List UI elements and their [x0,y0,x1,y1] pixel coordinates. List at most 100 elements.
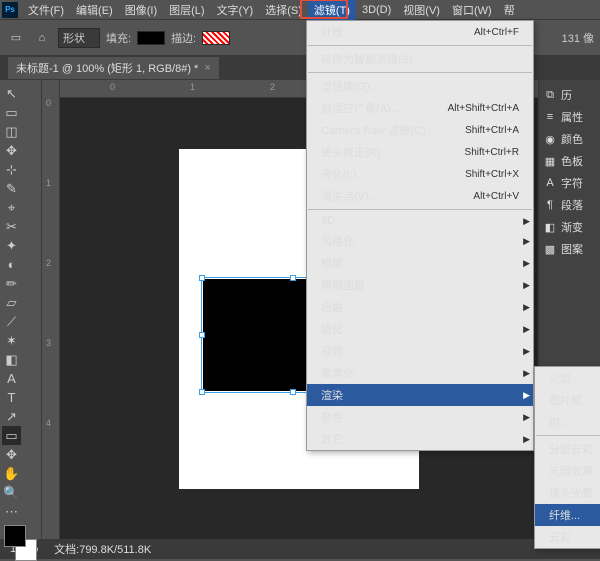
close-icon[interactable]: × [204,62,210,74]
tool-item[interactable]: ⟋ [2,312,21,331]
fg-color[interactable] [4,525,26,547]
menu-item-label: 消失点(V)... [321,188,378,204]
menu-item-3D[interactable]: 3D▶ [307,212,533,230]
menu-item-label: 杂色 [321,409,343,425]
transform-handle[interactable] [290,275,296,281]
panel-collapsed-item[interactable]: ◉颜色 [541,128,598,150]
menu-item-模糊画廊[interactable]: 模糊画廊▶ [307,274,533,296]
tool-preset-icon[interactable]: ▭ [6,28,26,48]
submenu-arrow-icon: ▶ [523,280,530,291]
menu-select[interactable]: 选择(S) [259,0,308,20]
menu-item-像素化[interactable]: 像素化▶ [307,362,533,384]
stroke-swatch[interactable] [202,31,230,45]
menu-item-锐化[interactable]: 锐化▶ [307,318,533,340]
submenu-arrow-icon: ▶ [523,346,530,357]
ruler-mark: 1 [46,178,51,188]
tool-item[interactable]: ◫ [2,122,21,141]
menu-item-其它[interactable]: 其它▶ [307,428,533,450]
tool-item[interactable]: ✎ [2,179,21,198]
menu-item-纤维[interactable]: 纤维Alt+Ctrl+F [307,21,533,43]
submenu-arrow-icon: ▶ [523,412,530,423]
menu-item-模糊[interactable]: 模糊▶ [307,252,533,274]
menu-view[interactable]: 视图(V) [397,0,446,20]
tool-item[interactable]: ✋ [2,464,21,483]
menu-shortcut: Alt+Shift+Ctrl+A [448,103,519,114]
menu-filter[interactable]: 滤镜(T) [308,0,356,20]
tool-item[interactable]: ✂ [2,217,21,236]
tool-item[interactable]: ↖ [2,84,21,103]
submenu-item[interactable]: 分层云彩 [535,438,600,460]
tool-item[interactable]: ◧ [2,350,21,369]
tool-item[interactable]: A [2,369,21,388]
panel-collapsed-item[interactable]: ▦色板 [541,150,598,172]
panel-collapsed-item[interactable]: A字符 [541,172,598,194]
menu-item-滤镜库G[interactable]: 滤镜库(G)... [307,75,533,97]
menu-item-杂色[interactable]: 杂色 ▶ [307,406,533,428]
doc-info: 文档:799.8K/511.8K [54,541,151,557]
menu-image[interactable]: 图像(I) [119,0,163,20]
shape-mode-select[interactable]: 形状 [58,28,100,48]
submenu-item[interactable]: 纤维... [535,504,600,526]
submenu-item[interactable]: 火焰... [535,367,600,389]
panel-collapsed-item[interactable]: ◧渐变 [541,216,598,238]
tool-item[interactable]: ⌖ [2,198,21,217]
submenu-item-label: 纤维... [549,507,580,523]
transform-handle[interactable] [199,389,205,395]
tool-item[interactable]: ▭ [2,103,21,122]
menu-help[interactable]: 帮 [498,0,521,20]
tool-item[interactable]: ▭ [2,426,21,445]
menu-item-label: 风格化 [321,233,354,249]
menu-item-转换为智能滤镜S[interactable]: 转换为智能滤镜(S) [307,48,533,70]
home-icon[interactable]: ⌂ [32,28,52,48]
filter-menu-dropdown: 纤维Alt+Ctrl+F 转换为智能滤镜(S) 滤镜库(G)...自适应广角(A).… [306,20,534,451]
menu-shortcut: Shift+Ctrl+R [465,147,519,158]
tool-item[interactable]: ⊹ [2,160,21,179]
tool-item[interactable]: ◐ [2,255,21,274]
document-tab-title: 未标题-1 @ 100% (矩形 1, RGB/8#) * [16,60,198,76]
fill-label: 填充: [106,30,131,46]
tool-item[interactable]: ✶ [2,331,21,350]
menu-item-消失点V[interactable]: 消失点(V)...Alt+Ctrl+V [307,185,533,207]
tool-item[interactable]: ✏ [2,274,21,293]
menu-item-视频[interactable]: 视频▶ [307,340,533,362]
menu-edit[interactable]: 编辑(E) [70,0,119,20]
submenu-arrow-icon: ▶ [523,390,530,401]
document-tab[interactable]: 未标题-1 @ 100% (矩形 1, RGB/8#) * × [8,57,219,79]
submenu-item[interactable]: 光照效果... [535,460,600,482]
menu-item-扭曲[interactable]: 扭曲▶ [307,296,533,318]
panel-collapsed-item[interactable]: ⧉历 [541,84,598,106]
menu-item-镜头校正R[interactable]: 镜头校正(R)...Shift+Ctrl+R [307,141,533,163]
fg-bg-swatch[interactable] [4,525,37,561]
fill-swatch[interactable] [137,31,165,45]
menu-item-CameraRaw滤镜C[interactable]: Camera Raw 滤镜(C)...Shift+Ctrl+A [307,119,533,141]
panel-collapsed-item[interactable]: ≡属性 [541,106,598,128]
transform-handle[interactable] [290,389,296,395]
menu-file[interactable]: 文件(F) [22,0,70,20]
tool-item[interactable]: ✦ [2,236,21,255]
menu-window[interactable]: 窗口(W) [446,0,498,20]
transform-handle[interactable] [199,332,205,338]
menu-item-风格化[interactable]: 风格化▶ [307,230,533,252]
submenu-arrow-icon: ▶ [523,258,530,269]
panel-icon: ¶ [543,198,557,212]
tool-item[interactable]: T [2,388,21,407]
panel-collapsed-item[interactable]: ¶段落 [541,194,598,216]
tool-item[interactable]: ▱ [2,293,21,312]
tool-item[interactable]: 🔍 [2,483,21,502]
tool-item[interactable]: ⋯ [2,502,21,521]
transform-handle[interactable] [199,275,205,281]
menu-item-自适应广角A[interactable]: 自适应广角(A)...Alt+Shift+Ctrl+A [307,97,533,119]
submenu-item[interactable]: 树... [535,411,600,433]
tool-item[interactable]: ✥ [2,445,21,464]
menu-type[interactable]: 文字(Y) [211,0,260,20]
submenu-item[interactable]: 镜头光晕... [535,482,600,504]
menu-layer[interactable]: 图层(L) [163,0,210,20]
panel-collapsed-item[interactable]: ▩图案 [541,238,598,260]
menu-item-液化L[interactable]: 液化(L)...Shift+Ctrl+X [307,163,533,185]
menu-3d[interactable]: 3D(D) [356,2,397,18]
tool-item[interactable]: ↗ [2,407,21,426]
submenu-item[interactable]: 云彩 [535,526,600,548]
submenu-item[interactable]: 图片框... [535,389,600,411]
menu-item-渲染[interactable]: 渲染▶ [307,384,533,406]
tool-item[interactable]: ✥ [2,141,21,160]
